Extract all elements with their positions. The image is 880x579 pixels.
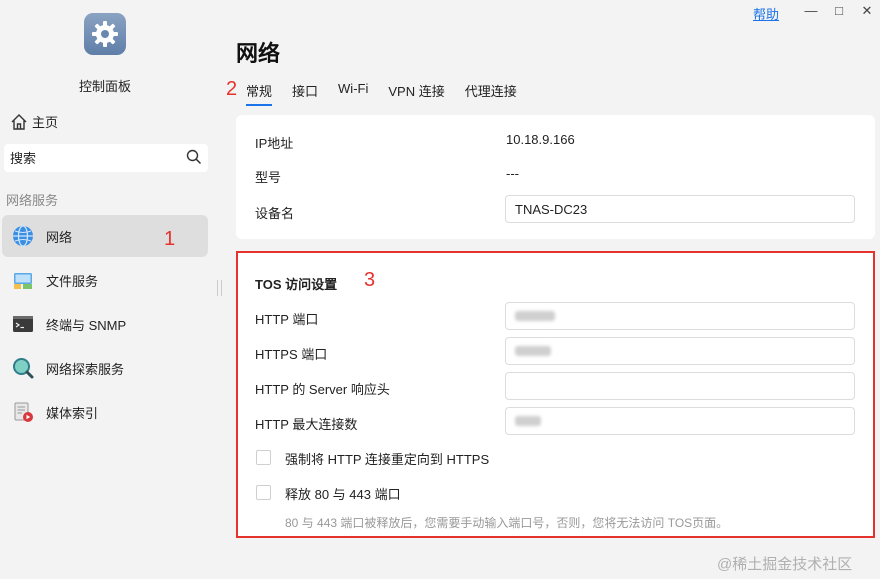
help-link[interactable]: 帮助 bbox=[753, 4, 779, 23]
device-name-field[interactable]: TNAS-DC23 bbox=[505, 195, 855, 223]
folder-network-icon bbox=[12, 269, 34, 291]
app-title: 控制面板 bbox=[78, 79, 131, 94]
watermark: @稀土掘金技术社区 bbox=[717, 556, 853, 573]
gear-icon bbox=[84, 13, 126, 55]
sidebar-item-label: 终端与 SNMP bbox=[46, 317, 127, 333]
sidebar-item-label: 网络探索服务 bbox=[46, 361, 125, 377]
sidebar-item-label: 媒体索引 bbox=[46, 405, 99, 421]
sidebar-item-label: 文件服务 bbox=[46, 273, 99, 289]
search-input[interactable] bbox=[10, 150, 180, 165]
home-label: 主页 bbox=[32, 115, 59, 130]
sidebar: 控制面板 主页 网络服务 网络 文件服务 终端与 SNMP 网络探索服务 bbox=[0, 0, 216, 579]
globe-icon bbox=[12, 225, 34, 247]
tab-wifi[interactable]: Wi-Fi bbox=[338, 81, 368, 106]
tab-general[interactable]: 常规 bbox=[246, 81, 273, 106]
annotation-1: 1 bbox=[164, 228, 176, 250]
section-label: 网络服务 bbox=[6, 193, 59, 208]
ip-value: 10.18.9.166 bbox=[506, 132, 575, 147]
magnifier-icon bbox=[12, 357, 34, 379]
sidebar-item-network[interactable]: 网络 bbox=[2, 215, 208, 257]
ip-label: IP地址 bbox=[255, 136, 294, 151]
search-icon[interactable] bbox=[186, 149, 202, 165]
page-title: 网络 bbox=[236, 41, 281, 66]
home-icon bbox=[11, 113, 27, 130]
media-index-icon bbox=[12, 401, 34, 423]
device-name-label: 设备名 bbox=[255, 206, 295, 221]
terminal-icon bbox=[12, 313, 34, 335]
sidebar-item-file-service[interactable]: 文件服务 bbox=[2, 259, 208, 301]
sidebar-resize-handle[interactable] bbox=[217, 280, 222, 296]
minimize-button[interactable]: — bbox=[801, 3, 821, 18]
annotation-2: 2 bbox=[226, 78, 238, 100]
tab-vpn[interactable]: VPN 连接 bbox=[388, 81, 444, 106]
model-value: --- bbox=[506, 166, 519, 181]
maximize-button[interactable]: □ bbox=[829, 3, 849, 18]
sidebar-item-label: 网络 bbox=[46, 229, 73, 245]
sidebar-item-media-index[interactable]: 媒体索引 bbox=[2, 391, 208, 433]
sidebar-item-terminal-snmp[interactable]: 终端与 SNMP bbox=[2, 303, 208, 345]
tab-proxy[interactable]: 代理连接 bbox=[465, 81, 517, 106]
search-box[interactable] bbox=[4, 144, 208, 172]
close-button[interactable]: ✕ bbox=[857, 3, 877, 19]
sidebar-item-network-discovery[interactable]: 网络探索服务 bbox=[2, 347, 208, 389]
tab-bar: 常规 接口 Wi-Fi VPN 连接 代理连接 bbox=[246, 81, 537, 106]
info-card: IP地址 10.18.9.166 型号 --- 设备名 TNAS-DC23 bbox=[236, 115, 875, 239]
highlight-box bbox=[236, 251, 875, 538]
model-label: 型号 bbox=[255, 170, 282, 185]
tab-interface[interactable]: 接口 bbox=[292, 81, 318, 106]
home-link[interactable]: 主页 bbox=[10, 112, 58, 131]
